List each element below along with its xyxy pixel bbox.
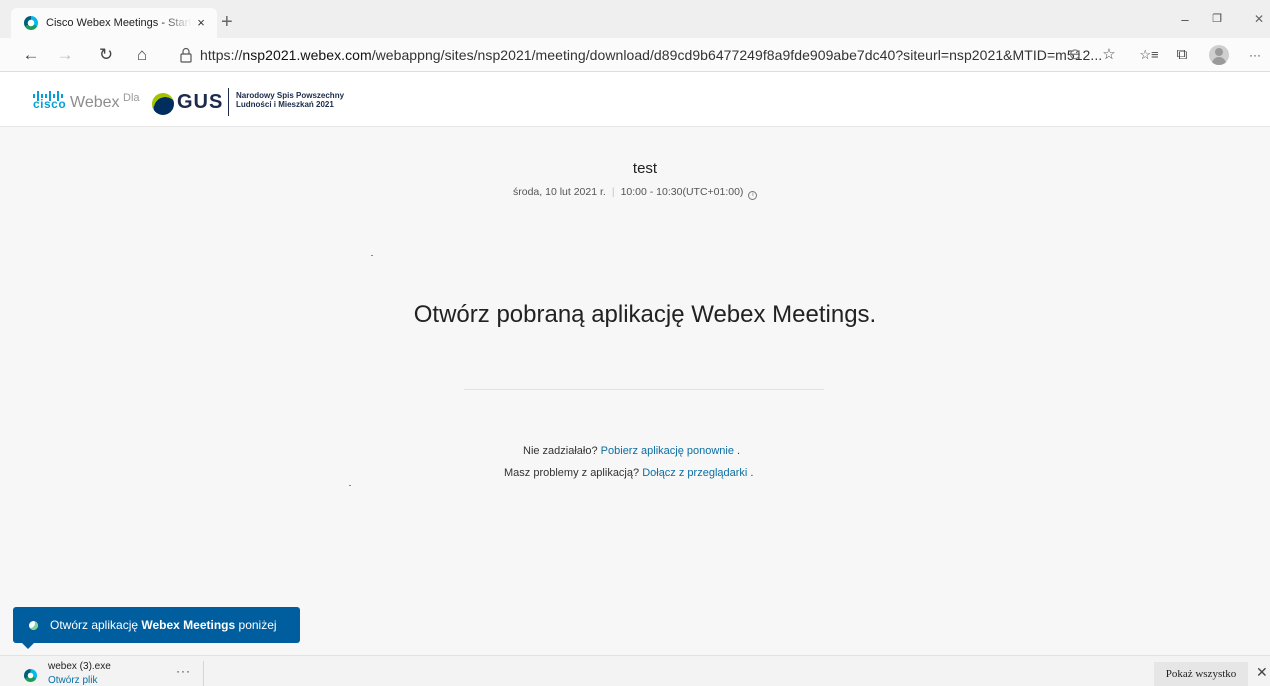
gus-subtitle: Narodowy Spis Powszechny Ludności i Mies… <box>236 91 344 109</box>
open-file-link[interactable]: Otwórz plik <box>48 675 97 686</box>
decorative-dot <box>349 485 351 486</box>
decorative-dot <box>371 255 373 256</box>
maximize-button[interactable]: ❐ <box>1207 12 1227 25</box>
meeting-title: test <box>632 160 658 177</box>
content-divider <box>464 389 824 390</box>
gus-wordmark: GUS <box>177 91 224 113</box>
close-download-bar-icon[interactable]: ✕ <box>1256 664 1268 681</box>
retry-download-line: Nie zadziałało? Pobierz aplikację ponown… <box>523 445 740 457</box>
add-favorite-icon[interactable]: ☆ <box>1098 44 1120 66</box>
gus-subtitle-line1: Narodowy Spis Powszechny <box>236 91 345 100</box>
join-browser-period: . <box>750 467 754 479</box>
tab-close-icon[interactable]: × <box>193 15 209 31</box>
download-more-button[interactable]: ··· <box>176 664 191 678</box>
url-path: /webappng/sites/nsp2021/meeting/download… <box>371 47 1103 63</box>
toast-prefix: Otwórz aplikację <box>50 618 139 632</box>
new-tab-button[interactable]: + <box>221 12 233 32</box>
tab-title: Cisco Webex Meetings - Start Yo <box>46 17 191 29</box>
webex-wordmark: Webex <box>70 94 120 111</box>
toast-app-name: Webex Meetings <box>141 618 236 632</box>
lock-icon[interactable] <box>176 45 196 65</box>
info-icon[interactable]: i <box>748 191 758 200</box>
open-app-headline: Otwórz pobraną aplikację Webex Meetings. <box>413 301 877 328</box>
gus-subtitle-line2: Ludności i Mieszkań 2021 <box>236 100 334 109</box>
webex-download-icon <box>24 669 37 682</box>
join-browser-text: Masz problemy z aplikacją? <box>504 467 640 479</box>
browser-title-bar: Cisco Webex Meetings - Start Yo × + – ❐ … <box>0 0 1270 38</box>
gus-logo-icon <box>152 93 174 115</box>
close-window-button[interactable]: ✕ <box>1249 12 1269 26</box>
home-icon[interactable]: ⌂ <box>131 44 153 66</box>
favorites-icon[interactable]: ☆≡ <box>1138 44 1160 66</box>
retry-download-period: . <box>737 445 741 457</box>
collections-icon[interactable]: ⧉ <box>1171 44 1193 66</box>
refresh-icon[interactable]: ↻ <box>95 44 117 66</box>
address-bar[interactable]: https://nsp2021.webex.com/webappng/sites… <box>200 47 1102 63</box>
join-from-browser-link[interactable]: Dołącz z przeglądarki <box>642 467 747 479</box>
more-icon[interactable]: ··· <box>1244 44 1266 66</box>
download-separator <box>203 661 204 686</box>
show-all-button[interactable]: Pokaż wszystko <box>1154 662 1248 686</box>
url-scheme: https:// <box>200 47 243 63</box>
meeting-datetime: środa, 10 lut 2021 r. | 10:00 - 10:30(UTC+… <box>513 186 758 200</box>
cisco-wordmark: cisco <box>33 97 67 111</box>
profile-icon[interactable] <box>1209 45 1229 65</box>
toast-suffix: poniżej <box>238 618 277 632</box>
meeting-date-separator: | <box>611 186 615 198</box>
dla-label: Dla <box>123 92 140 104</box>
minimize-button[interactable]: – <box>1175 12 1195 27</box>
toast-pointer-icon <box>22 643 34 649</box>
join-browser-line: Masz problemy z aplikacją? Dołącz z prze… <box>504 467 753 479</box>
download-file-name[interactable]: webex (3).exe <box>48 661 111 672</box>
meeting-time: 10:00 - 10:30(UTC+01:00) <box>620 186 744 198</box>
download-bar: webex (3).exe Otwórz plik ··· Pokaż wszy… <box>0 655 1270 686</box>
forward-icon[interactable]: → <box>54 44 76 66</box>
back-icon[interactable]: ← <box>20 44 42 66</box>
open-app-toast: Otwórz aplikację Webex Meetings poniżej <box>13 607 300 643</box>
webex-favicon-icon <box>24 16 38 30</box>
gus-divider <box>228 88 229 116</box>
meeting-date: środa, 10 lut 2021 r. <box>513 186 606 198</box>
download-again-link[interactable]: Pobierz aplikację ponownie <box>601 445 734 457</box>
webex-toast-icon <box>29 620 38 630</box>
browser-nav-bar: ← → ↻ ⌂ https://nsp2021.webex.com/webapp… <box>0 38 1270 72</box>
zoom-icon[interactable]: ⊖ <box>1064 44 1086 66</box>
retry-download-text: Nie zadziałało? <box>523 445 598 457</box>
url-host: nsp2021.webex.com <box>242 47 372 63</box>
browser-tab[interactable]: Cisco Webex Meetings - Start Yo × <box>11 8 217 38</box>
